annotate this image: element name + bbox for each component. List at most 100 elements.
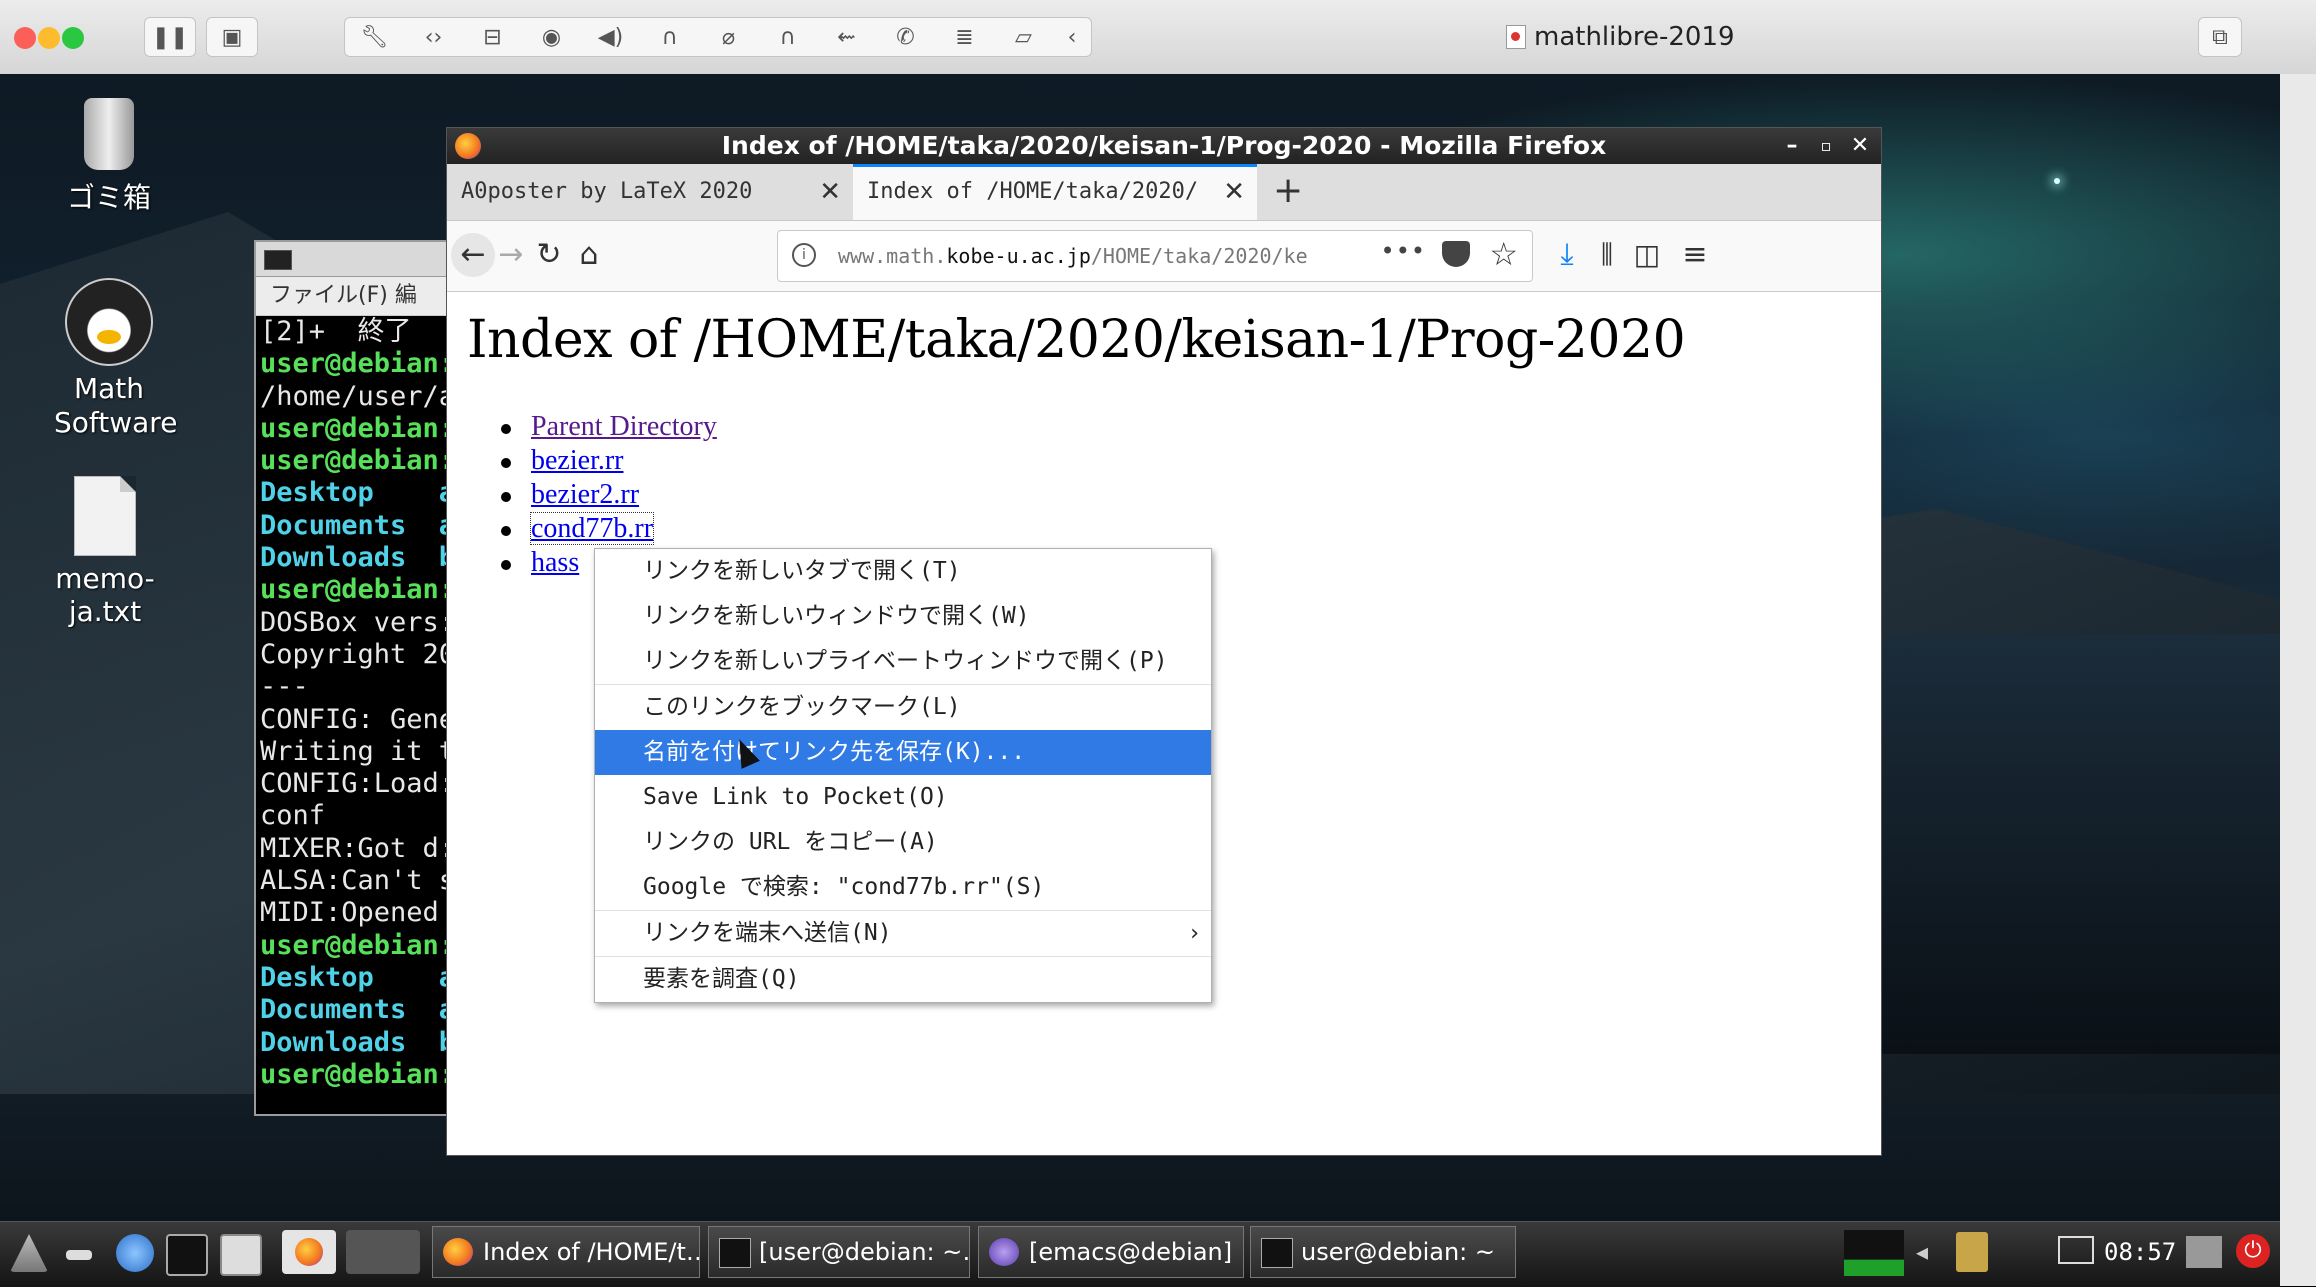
menu-item-search-google[interactable]: Google で検索: "cond77b.rr"(S) — [595, 865, 1211, 910]
headphones-icon[interactable]: ∩ — [640, 25, 699, 50]
terminal-titlebar[interactable] — [256, 242, 456, 277]
url-text[interactable]: www.math.kobe-u.ac.jp/HOME/taka/2020/ke — [838, 231, 1328, 281]
tab-a0poster[interactable]: A0poster by LaTeX 2020 ✕ — [447, 164, 853, 220]
keyboard-icon[interactable] — [2186, 1236, 2222, 1268]
tab-close-icon[interactable]: ✕ — [1223, 167, 1245, 217]
close-window-icon[interactable] — [14, 27, 36, 49]
webcam-icon[interactable]: ◉ — [522, 25, 581, 50]
library-icon[interactable]: ⫼ — [1587, 235, 1627, 275]
reload-icon[interactable]: ↻ — [529, 235, 569, 275]
power-icon[interactable]: ⏻ — [2236, 1234, 2270, 1268]
terminal-line: user@debian: — [260, 1058, 456, 1090]
minimize-icon[interactable]: – — [1777, 128, 1807, 164]
fullscreen-icon[interactable]: ⧉ — [2198, 17, 2242, 57]
desktop-icon-math-software[interactable]: Math Software — [24, 278, 194, 440]
list-icon[interactable]: ≣ — [935, 25, 994, 50]
link-cond77b[interactable]: cond77b.rr — [529, 512, 655, 545]
new-tab-plus-icon[interactable]: + — [1273, 170, 1303, 211]
minimize-all-icon[interactable] — [66, 1250, 92, 1260]
phone-icon[interactable]: ✆ — [876, 25, 935, 50]
menu-item-open-new-tab[interactable]: リンクを新しいタブで開く(T) — [595, 549, 1211, 594]
wrench-icon[interactable]: 🔧︎ — [345, 25, 404, 50]
vm-icon — [1506, 25, 1526, 49]
page-actions-ellipsis-icon[interactable]: ••• — [1381, 237, 1426, 265]
terminal-line: [2]+ 終了 — [260, 316, 412, 347]
terminal-line: /home/user/a — [260, 380, 456, 412]
firefox-titlebar[interactable]: Index of /HOME/taka/2020/keisan-1/Prog-2… — [447, 128, 1881, 164]
speaker-icon[interactable]: ◀) — [581, 25, 640, 50]
window-title: Index of /HOME/taka/2020/keisan-1/Prog-2… — [721, 131, 1607, 160]
chevron-left-icon[interactable]: ‹ — [1053, 25, 1091, 50]
folder-share-icon[interactable]: ▱ — [994, 25, 1053, 50]
headphones-icon[interactable]: ∩ — [758, 25, 817, 50]
tab-close-icon[interactable]: ✕ — [819, 164, 841, 220]
terminal-line: user@debian: — [260, 929, 456, 961]
menu-item-open-private-window[interactable]: リンクを新しいプライベートウィンドウで開く(P) — [595, 639, 1211, 684]
sidebar-icon[interactable]: ◫ — [1627, 235, 1667, 275]
host-window-title: mathlibre-2019 — [1506, 22, 1735, 52]
terminal-line: ALSA:Can't s — [260, 865, 456, 897]
terminal-line: user@debian: — [260, 412, 456, 444]
task-terminal-1[interactable]: [user@debian: ~… — [708, 1226, 970, 1278]
file-manager-icon[interactable] — [220, 1234, 262, 1276]
link-hass[interactable]: hass — [531, 547, 579, 578]
browser-launcher-icon[interactable] — [116, 1234, 154, 1272]
link-bezier[interactable]: bezier.rr — [531, 445, 624, 476]
terminal-window[interactable]: ファイル(F) 編 [2]+ 終了 user@debian:/home/user/… — [254, 240, 458, 1116]
home-icon[interactable]: ⌂ — [569, 235, 609, 275]
minimize-window-icon[interactable] — [38, 27, 60, 49]
download-arrow-icon[interactable]: ⤓ — [1547, 235, 1587, 275]
terminal-line: Documents a — [260, 994, 456, 1026]
list-item: Parent Directory — [501, 410, 717, 444]
menu-item-send-to-device[interactable]: リンクを端末へ送信(N) › — [595, 911, 1211, 956]
mouse-icon[interactable]: ⌀ — [699, 25, 758, 50]
forward-arrow-icon[interactable]: → — [491, 235, 531, 275]
zoom-window-icon[interactable] — [62, 27, 84, 49]
terminal-icon — [719, 1238, 751, 1268]
trash-icon — [84, 98, 134, 170]
task-emacs[interactable]: [emacs@debian] — [978, 1226, 1244, 1278]
terminal-menubar[interactable]: ファイル(F) 編 — [256, 277, 456, 316]
link-parent-directory[interactable]: Parent Directory — [531, 411, 717, 442]
close-icon[interactable]: ✕ — [1845, 128, 1875, 164]
chevron-left-icon[interactable]: ◂ — [1916, 1238, 1928, 1266]
start-menu-icon[interactable] — [10, 1234, 48, 1272]
pause-icon[interactable]: ❚❚ — [144, 17, 196, 57]
terminal-line: MIDI:Opened — [260, 897, 439, 929]
terminal-line: CONFIG:Load: — [260, 768, 456, 800]
snapshot-icon[interactable]: ▣ — [206, 17, 258, 57]
tab-index-of[interactable]: Index of /HOME/taka/2020/ke ✕ — [853, 164, 1257, 220]
task-terminal-2[interactable]: user@debian: ~ — [1250, 1226, 1516, 1278]
menu-item-bookmark-link[interactable]: このリンクをブックマーク(L) — [595, 685, 1211, 730]
desktop-icon-trash[interactable]: ゴミ箱 — [24, 98, 194, 216]
terminal-line: Writing it t — [260, 735, 456, 767]
code-icon[interactable]: ‹› — [404, 25, 463, 50]
clipboard-icon[interactable] — [1956, 1232, 1988, 1272]
workspace-switcher[interactable] — [346, 1230, 420, 1274]
back-arrow-icon[interactable]: ← — [451, 233, 495, 277]
terminal-launcher-icon[interactable] — [166, 1234, 208, 1276]
menu-item-save-to-pocket[interactable]: Save Link to Pocket(O) — [595, 775, 1211, 820]
terminal-icon — [1261, 1238, 1293, 1268]
terminal-line: Downloads b — [260, 542, 456, 574]
url-bar[interactable]: i www.math.kobe-u.ac.jp/HOME/taka/2020/k… — [777, 230, 1533, 282]
menu-item-inspect-element[interactable]: 要素を調査(Q) — [595, 957, 1211, 1002]
menu-item-save-link-as[interactable]: 名前を付けてリンク先を保存(K)... — [595, 730, 1211, 775]
menu-item-copy-link[interactable]: リンクの URL をコピー(A) — [595, 820, 1211, 865]
maximize-icon[interactable]: ▫ — [1811, 128, 1841, 164]
info-icon[interactable]: i — [792, 243, 816, 267]
terminal-line: --- — [260, 671, 309, 703]
hamburger-menu-icon[interactable]: ≡ — [1675, 235, 1715, 275]
usb-icon[interactable]: ⇜ — [817, 25, 876, 50]
terminal-line: user@debian: — [260, 348, 456, 380]
menu-item-open-new-window[interactable]: リンクを新しいウィンドウで開く(W) — [595, 594, 1211, 639]
firefox-launcher-icon[interactable] — [282, 1230, 336, 1274]
bookmark-star-icon[interactable]: ☆ — [1489, 235, 1518, 273]
network-icon[interactable] — [2058, 1236, 2094, 1264]
pocket-icon[interactable] — [1442, 241, 1470, 267]
link-bezier2[interactable]: bezier2.rr — [531, 479, 639, 510]
task-firefox[interactable]: Index of /HOME/t… — [432, 1226, 700, 1278]
desktop-icon-memo[interactable]: memo-ja.txt — [20, 476, 190, 628]
hdd-icon[interactable]: ⊟ — [463, 25, 522, 50]
clock[interactable]: 08:57 — [2104, 1222, 2176, 1282]
